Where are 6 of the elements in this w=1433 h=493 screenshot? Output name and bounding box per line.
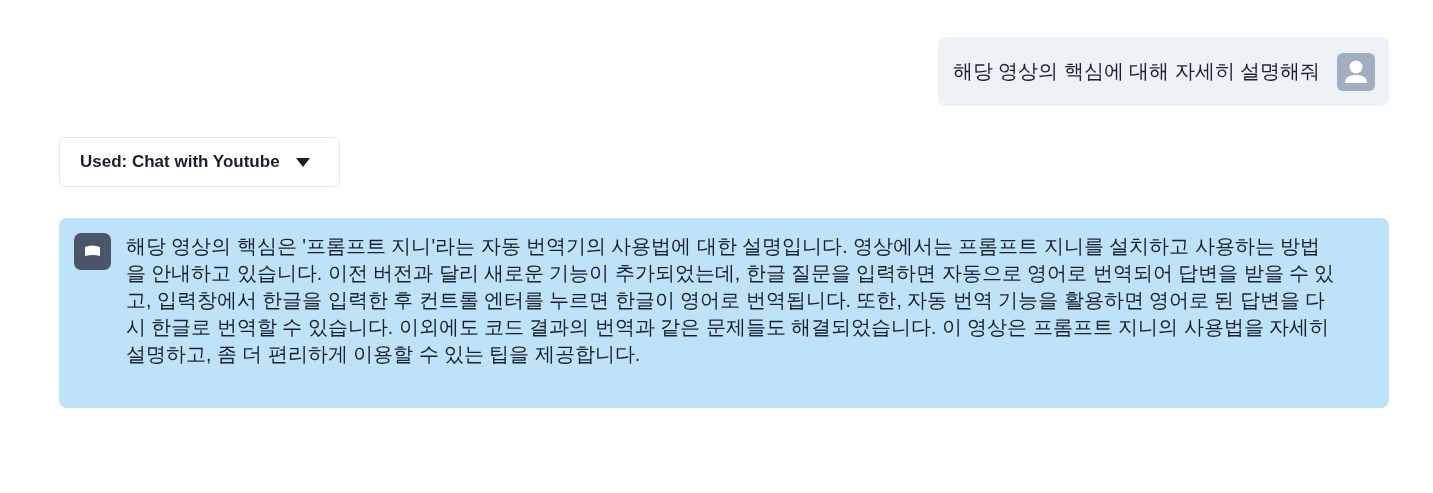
user-avatar-icon [1337,52,1375,91]
caret-icon [295,157,310,167]
tool-dropdown[interactable]: Used: Chat with Youtube [59,137,340,187]
user-message-text: 해당 영상의 핵심에 대해 자세히 설명해줘 [952,59,1320,84]
assistant-message-text: 해당 영상의 핵심은 '프롬프트 지니'라는 자동 번역기의 사용법에 대한 설명입니다. 영상에서는 프롬프트 지니를 설치하고 사용하는 방법을 안내하고 있습니다. 이전 버전과 달리 새로운 기능이 추가되었는데, 한글 질문을 입력하면 자동으로 영어로 번역되어 답변을 받을 수 있고, 입력창에서 한글을 입력한 후 컨트롤 엔터를 누르면 한글이 영어로 번역됩니다. 또한, 자동 번역 기능을 활용하면 영어로 된 답변을 다시 한글로 번역할 수 있습니다. 이외에도 코드 결과의 번역과 같은 문제들도 해결되었습니다. 이 영상은 프롬프트 지니의 사용법을 자세히 설명하고, 좀 더 편리하게 이용할 수 있는 팁을 제공합니다. [126,234,1336,367]
bot-avatar-icon [74,233,111,270]
